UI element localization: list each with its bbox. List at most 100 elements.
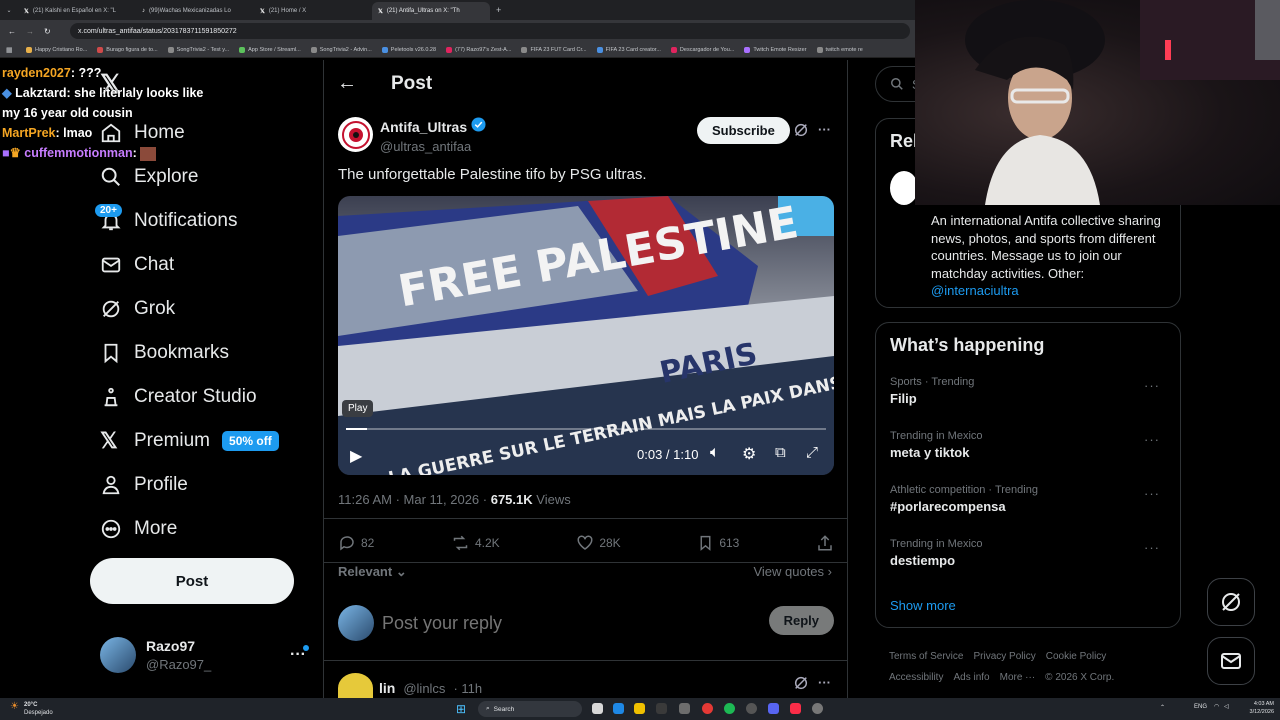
repost-action[interactable]: 4.2K bbox=[451, 534, 500, 552]
language-indicator[interactable]: ENG bbox=[1194, 704, 1207, 710]
more-icon[interactable]: ··· bbox=[818, 675, 831, 690]
bookmark[interactable]: Twitch Emote Resizer bbox=[744, 46, 807, 53]
more-icon[interactable]: ··· bbox=[1144, 486, 1160, 501]
browser-tab[interactable]: ♪ (99)Wachas Mexicanizadas Lo bbox=[136, 2, 254, 20]
pip-icon[interactable]: ⧉ bbox=[775, 444, 786, 461]
trend-item[interactable]: Sports · Trending Filip ··· bbox=[890, 376, 1168, 406]
nav-notifications[interactable]: 20+ Notifications bbox=[90, 199, 238, 243]
discord-icon[interactable] bbox=[768, 703, 779, 714]
spotify-icon[interactable] bbox=[724, 703, 735, 714]
wifi-icon[interactable]: ◠ bbox=[1214, 703, 1219, 710]
bio-link[interactable]: @internaciultra bbox=[931, 283, 1019, 298]
nav-chat[interactable]: Chat bbox=[90, 243, 174, 287]
grok-fab[interactable] bbox=[1207, 578, 1255, 626]
nav-profile[interactable]: Profile bbox=[90, 463, 188, 507]
bookmark[interactable]: Happy Cristiano Ro... bbox=[26, 46, 87, 53]
bookmark[interactable]: twitch emote re bbox=[816, 46, 863, 53]
messages-fab[interactable] bbox=[1207, 637, 1255, 685]
reply-input[interactable] bbox=[382, 612, 742, 634]
bookmark[interactable]: (77) Razo97's Zest-A... bbox=[446, 46, 511, 53]
trend-item[interactable]: Trending in Mexico meta y tiktok ··· bbox=[890, 430, 1168, 460]
nav-more[interactable]: More bbox=[90, 507, 177, 551]
post-header: ← Post bbox=[337, 72, 432, 95]
url-field[interactable]: x.com/ultras_antifaa/status/203178371159… bbox=[70, 23, 910, 39]
author-avatar[interactable] bbox=[338, 117, 373, 152]
apps-icon[interactable]: ▦ bbox=[6, 46, 13, 54]
windows-taskbar: ☀ 20°C Despejado ⊞ ⌕ Search ⌃ ENG ◠ ◁ 4:03… bbox=[0, 698, 1280, 720]
post-button[interactable]: Post bbox=[90, 558, 294, 604]
more-icon[interactable]: ··· bbox=[818, 122, 831, 137]
back-icon[interactable]: ← bbox=[8, 27, 16, 36]
footer-link[interactable]: Ads info bbox=[953, 672, 989, 683]
bookmark[interactable]: Peletools v26.0.28 bbox=[381, 46, 436, 53]
browser-tab-active[interactable]: 𝕏 (21) Antifa_Ultras on X: "Th bbox=[372, 2, 490, 20]
video-progress-track[interactable] bbox=[346, 428, 826, 430]
footer-link[interactable]: More ··· bbox=[1000, 672, 1036, 683]
windows-start-icon[interactable]: ⊞ bbox=[456, 702, 466, 716]
person-icon bbox=[90, 474, 134, 496]
more-icon[interactable]: ··· bbox=[1144, 378, 1160, 393]
more-icon[interactable]: ··· bbox=[1144, 540, 1160, 555]
account-switcher[interactable]: Razo97 @Razo97_ ··· bbox=[100, 637, 310, 673]
bookmark-action[interactable]: 613 bbox=[697, 534, 739, 552]
nav-grok[interactable]: Grok bbox=[90, 287, 175, 331]
subscribe-button[interactable]: Subscribe bbox=[697, 117, 790, 144]
like-action[interactable]: 28K bbox=[576, 534, 621, 552]
taskview-icon[interactable] bbox=[592, 703, 603, 714]
bookmark[interactable]: Burago figura de to... bbox=[97, 46, 158, 53]
new-tab-icon[interactable]: + bbox=[496, 5, 501, 15]
forward-icon[interactable]: → bbox=[26, 27, 34, 36]
play-icon[interactable]: ▶ bbox=[350, 446, 362, 466]
trend-item[interactable]: Athletic competition · Trending #porlarec… bbox=[890, 484, 1168, 514]
bookmark[interactable]: Descargador de You... bbox=[670, 46, 734, 53]
video-progress-fill bbox=[346, 428, 367, 430]
taskbar-search[interactable]: ⌕ Search bbox=[478, 701, 582, 717]
footer-link[interactable]: Privacy Policy bbox=[973, 651, 1035, 662]
tab-menu-icon[interactable]: ⌄ bbox=[0, 7, 18, 14]
obs-icon[interactable] bbox=[746, 703, 757, 714]
back-arrow-icon[interactable]: ← bbox=[337, 72, 357, 95]
bookmark[interactable]: App Store / Streaml... bbox=[239, 46, 301, 53]
volume-icon[interactable]: ◁ bbox=[1224, 703, 1229, 710]
footer-link[interactable]: Accessibility bbox=[889, 672, 943, 683]
browser-tab[interactable]: 𝕏 (21) Home / X bbox=[254, 2, 372, 20]
avatar[interactable] bbox=[890, 171, 918, 205]
video-player[interactable]: FREE PALESTINE LA GUERRE SUR LE TERRAIN … bbox=[338, 196, 834, 475]
bookmark[interactable]: SongTrivia2 - Advin... bbox=[310, 46, 372, 53]
bookmark[interactable]: FIFA 23 Card creator... bbox=[596, 46, 661, 53]
settings-icon[interactable]: ⚙︎ bbox=[742, 444, 756, 464]
chat-message: MartPrek: lmao bbox=[2, 126, 93, 140]
show-more-link[interactable]: Show more bbox=[890, 598, 956, 613]
bookmark[interactable]: SongTrivia2 - Test y... bbox=[167, 46, 229, 53]
footer-link[interactable]: Cookie Policy bbox=[1046, 651, 1107, 662]
more-icon[interactable]: ··· bbox=[1144, 432, 1160, 447]
nav-creator-studio[interactable]: Creator Studio bbox=[90, 375, 257, 419]
music-icon[interactable] bbox=[790, 703, 801, 714]
fullscreen-icon[interactable]: ⤢ bbox=[806, 444, 818, 461]
app-icon[interactable] bbox=[812, 703, 823, 714]
trend-item[interactable]: Trending in Mexico destiempo ··· bbox=[890, 538, 1168, 568]
clock[interactable]: 4:03 AM 3/12/2026 bbox=[1250, 700, 1274, 716]
browser-tab[interactable]: 𝕏 (21) Kalshi en Español en X: "L bbox=[18, 2, 136, 20]
nav-bookmarks[interactable]: Bookmarks bbox=[90, 331, 229, 375]
reload-icon[interactable]: ↻ bbox=[44, 27, 51, 36]
reply-action[interactable]: 82 bbox=[338, 534, 374, 552]
grok-icon[interactable] bbox=[793, 675, 809, 696]
weather-widget[interactable]: 20°C Despejado bbox=[24, 701, 53, 717]
chrome-icon[interactable] bbox=[702, 703, 713, 714]
grok-icon[interactable] bbox=[793, 122, 809, 143]
reply-button[interactable]: Reply bbox=[768, 606, 834, 635]
share-action[interactable] bbox=[816, 534, 834, 552]
post-author[interactable]: Antifa_Ultras @ultras_antifaa bbox=[338, 117, 486, 154]
edge-icon[interactable] bbox=[613, 703, 624, 714]
store-icon[interactable] bbox=[656, 703, 667, 714]
app-icon[interactable] bbox=[679, 703, 690, 714]
volume-icon[interactable]: 🔈︎ bbox=[710, 444, 720, 462]
footer-link[interactable]: Terms of Service bbox=[889, 651, 963, 662]
tray-chevron-icon[interactable]: ⌃ bbox=[1160, 704, 1165, 711]
sort-dropdown[interactable]: Relevant ⌄ bbox=[338, 564, 407, 580]
bookmark[interactable]: FIFA 23 FUT Card Cr... bbox=[521, 46, 587, 53]
nav-premium[interactable]: 𝕏 Premium 50% off bbox=[90, 419, 279, 463]
view-quotes-link[interactable]: View quotes › bbox=[753, 564, 832, 579]
explorer-icon[interactable] bbox=[634, 703, 645, 714]
